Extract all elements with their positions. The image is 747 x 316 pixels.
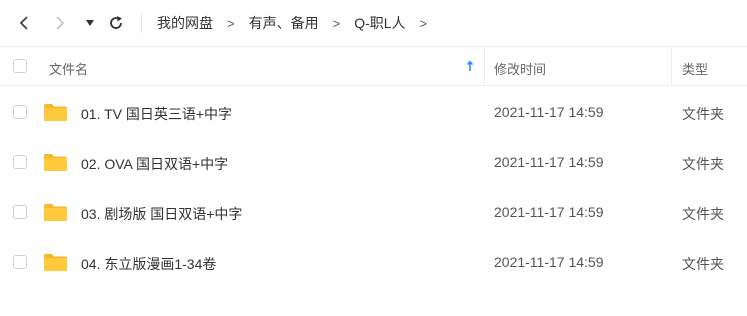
row-checkbox[interactable] <box>13 255 27 269</box>
breadcrumb-separator: > <box>332 15 341 31</box>
file-type: 文件夹 <box>682 156 724 172</box>
column-header-name[interactable]: 文件名 <box>49 59 88 78</box>
folder-icon <box>44 104 67 121</box>
table-row[interactable]: 03. 剧场版 国日双语+中字 2021-11-17 14:59 文件夹 <box>0 187 747 237</box>
row-checkbox[interactable] <box>13 105 27 119</box>
file-modified-time: 2021-11-17 14:59 <box>494 204 604 220</box>
file-modified-time: 2021-11-17 14:59 <box>494 104 604 120</box>
column-divider[interactable] <box>671 47 672 85</box>
file-type: 文件夹 <box>682 106 724 122</box>
file-name[interactable]: 02. OVA 国日双语+中字 <box>81 154 228 174</box>
breadcrumb: 我的网盘 > 有声、备用 > Q-职L人 > <box>157 0 441 46</box>
folder-icon <box>44 254 67 271</box>
caret-down-icon <box>86 20 94 26</box>
table-row[interactable]: 02. OVA 国日双语+中字 2021-11-17 14:59 文件夹 <box>0 137 747 187</box>
chevron-right-icon <box>56 16 65 30</box>
chevron-left-icon <box>19 16 28 30</box>
breadcrumb-separator: > <box>227 15 235 31</box>
row-checkbox[interactable] <box>13 155 27 169</box>
file-modified-time: 2021-11-17 14:59 <box>494 254 604 270</box>
breadcrumb-item-my-drive[interactable]: 我的网盘 <box>157 13 213 33</box>
navigation-toolbar: 我的网盘 > 有声、备用 > Q-职L人 > <box>0 0 747 46</box>
breadcrumb-item-current-folder[interactable]: Q-职L人 <box>354 13 405 33</box>
column-divider[interactable] <box>484 47 485 85</box>
toolbar-divider <box>141 13 142 33</box>
file-name[interactable]: 01. TV 国日英三语+中字 <box>81 104 232 124</box>
column-header-modified[interactable]: 修改时间 <box>494 59 546 78</box>
column-header-type[interactable]: 类型 <box>682 59 708 78</box>
breadcrumb-separator: > <box>419 15 428 31</box>
file-name[interactable]: 04. 东立版漫画1-34卷 <box>81 254 216 274</box>
folder-icon <box>44 204 67 221</box>
forward-button[interactable] <box>50 13 70 33</box>
back-button[interactable] <box>14 13 34 33</box>
table-row[interactable]: 01. TV 国日英三语+中字 2021-11-17 14:59 文件夹 <box>0 87 747 137</box>
file-type: 文件夹 <box>682 206 724 222</box>
file-type: 文件夹 <box>682 256 724 272</box>
file-name[interactable]: 03. 剧场版 国日双语+中字 <box>81 204 242 224</box>
file-modified-time: 2021-11-17 14:59 <box>494 154 604 170</box>
table-row[interactable]: 04. 东立版漫画1-34卷 2021-11-17 14:59 文件夹 <box>0 237 747 287</box>
history-dropdown-button[interactable] <box>80 13 100 33</box>
folder-icon <box>44 154 67 171</box>
refresh-icon <box>110 16 122 29</box>
row-checkbox[interactable] <box>13 205 27 219</box>
sort-ascending-icon[interactable] <box>465 60 475 72</box>
select-all-checkbox[interactable] <box>13 59 27 73</box>
refresh-button[interactable] <box>106 13 126 33</box>
file-list-header: 文件名 修改时间 类型 <box>0 46 747 86</box>
breadcrumb-item-audio-backup[interactable]: 有声、备用 <box>249 13 319 33</box>
